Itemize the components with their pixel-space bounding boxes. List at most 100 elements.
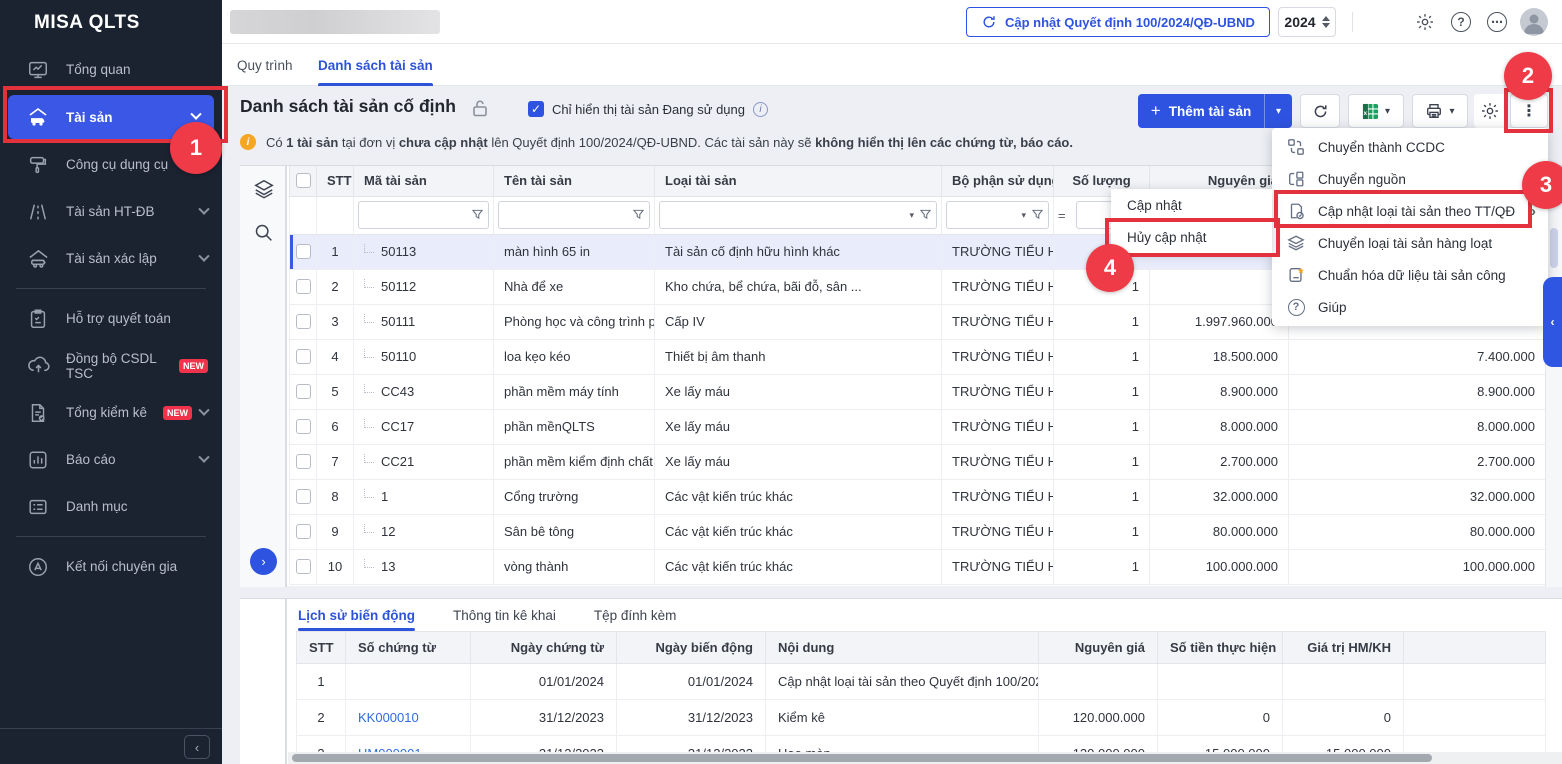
- table-row[interactable]: 5 CC43 phần mềm máy tính Xe lấy máu TRƯỜ…: [290, 374, 1546, 409]
- history-row[interactable]: 2 KK000010 31/12/2023 31/12/2023 Kiểm kê…: [297, 700, 1546, 736]
- cell-dept: TRƯỜNG TIỂU HỌC...: [942, 444, 1054, 479]
- filter-ma-tai-san-input[interactable]: [359, 202, 488, 228]
- sidebar-item-tong-quan[interactable]: Tổng quan: [0, 46, 222, 93]
- col-header-loai-tai-san[interactable]: Loại tài sản: [655, 166, 942, 196]
- app-window: MISA QLTS Tổng quan Tài sản Công cụ dụng…: [0, 0, 1562, 764]
- scrollbar-thumb[interactable]: [1550, 228, 1558, 268]
- filter-ten-tai-san-input[interactable]: [499, 202, 649, 228]
- add-asset-button[interactable]: +Thêm tài sản ▾: [1138, 94, 1292, 128]
- sidebar-item-cong-cu-dung-cu[interactable]: Công cụ dụng cụ: [0, 141, 222, 188]
- cloud-sync-icon: [26, 354, 50, 378]
- user-avatar[interactable]: [1520, 8, 1548, 36]
- funnel-icon[interactable]: [633, 209, 644, 220]
- menu-item-label: Chuyển loại tài sản hàng loạt: [1318, 236, 1492, 251]
- funnel-icon[interactable]: [1032, 209, 1043, 220]
- submenu-item-cap-nhat[interactable]: Cập nhật: [1111, 189, 1272, 221]
- add-asset-dropdown[interactable]: ▾: [1264, 94, 1292, 128]
- sidebar-item-danh-muc[interactable]: Danh mục: [0, 483, 222, 530]
- table-row[interactable]: 8 1 Cổng trường Các vật kiến trúc khác T…: [290, 479, 1546, 514]
- select-all-checkbox[interactable]: [296, 173, 311, 188]
- cell-value: 32.000.000: [1289, 479, 1546, 514]
- history-panel: Lịch sử biến động Thông tin kê khai Tệp …: [240, 598, 1562, 764]
- funnel-icon[interactable]: [472, 209, 483, 220]
- table-row[interactable]: 7 CC21 phần mềm kiểm định chất lượn... X…: [290, 444, 1546, 479]
- menu-item-cap-nhat-loai-tai-san-theo-tt-qd[interactable]: Cập nhật loại tài sản theo TT/QĐ ›: [1272, 195, 1548, 227]
- caret-down-icon[interactable]: ▾: [1021, 210, 1026, 221]
- row-checkbox[interactable]: [296, 559, 311, 574]
- tab-tep-dinh-kem[interactable]: Tệp đính kèm: [594, 599, 677, 631]
- row-checkbox[interactable]: [296, 419, 311, 434]
- sidebar-item-tong-kiem-ke[interactable]: Tổng kiểm kê NEW: [0, 389, 222, 436]
- filter-in-use-checkbox[interactable]: ✓ Chỉ hiển thị tài sản Đang sử dụng i: [528, 101, 768, 117]
- row-checkbox[interactable]: [296, 314, 311, 329]
- scrollbar-thumb[interactable]: [292, 754, 1432, 762]
- row-checkbox[interactable]: [296, 244, 311, 259]
- update-decision-button[interactable]: Cập nhật Quyết định 100/2024/QĐ-UBND: [966, 7, 1270, 37]
- row-checkbox[interactable]: [296, 349, 311, 364]
- filter-loai-tai-san-select[interactable]: [660, 202, 936, 228]
- layers-icon[interactable]: [253, 178, 275, 200]
- sidebar-item-tai-san-ht-db[interactable]: Tài sản HT-ĐB: [0, 188, 222, 235]
- tab-lich-su-bien-dong[interactable]: Lịch sử biến động: [298, 599, 415, 631]
- help-icon[interactable]: ?: [1450, 11, 1472, 33]
- sidebar-item-tai-san[interactable]: Tài sản: [8, 95, 214, 139]
- tab-quy-trinh[interactable]: Quy trình: [237, 44, 293, 86]
- submenu-item-huy-cap-nhat[interactable]: Hủy cập nhật: [1111, 221, 1272, 253]
- row-checkbox[interactable]: [296, 524, 311, 539]
- sidebar-item-ho-tro-quyet-toan[interactable]: Hỗ trợ quyết toán: [0, 295, 222, 342]
- col-header-ma-tai-san[interactable]: Mã tài sản: [354, 166, 494, 196]
- caret-down-icon[interactable]: ▾: [909, 210, 914, 221]
- table-row[interactable]: 9 12 Sân bê tông Các vật kiến trúc khác …: [290, 514, 1546, 549]
- history-row[interactable]: 1 01/01/2024 01/01/2024 Cập nhật loại tà…: [297, 664, 1546, 700]
- settings-gear-icon[interactable]: [1414, 11, 1436, 33]
- cell-name: phần mềnQLTS: [494, 409, 655, 444]
- more-options-icon[interactable]: ⋯: [1486, 11, 1508, 33]
- tab-danh-sach-tai-san[interactable]: Danh sách tài sản: [318, 44, 433, 86]
- horizontal-scrollbar[interactable]: [288, 752, 1562, 764]
- sidebar-item-dong-bo-csdl-tsc[interactable]: Đồng bộ CSDL TSC NEW: [0, 342, 222, 389]
- sidebar-item-bao-cao[interactable]: Báo cáo: [0, 436, 222, 483]
- table-row[interactable]: 6 CC17 phần mềnQLTS Xe lấy máu TRƯỜNG TI…: [290, 409, 1546, 444]
- info-icon[interactable]: i: [753, 102, 768, 117]
- unlock-icon[interactable]: [472, 99, 488, 117]
- col-header-stt[interactable]: STT: [317, 166, 354, 196]
- row-checkbox[interactable]: [296, 384, 311, 399]
- equals-operator[interactable]: =: [1058, 208, 1072, 223]
- refresh-button[interactable]: [1300, 94, 1340, 128]
- cell-qty: 1: [1054, 479, 1150, 514]
- cell-stt: 2: [297, 700, 346, 736]
- print-button[interactable]: ▾: [1412, 94, 1468, 128]
- cell-name: loa kẹo kéo: [494, 339, 655, 374]
- col-header-bo-phan[interactable]: Bộ phận sử dụng: [942, 166, 1054, 196]
- menu-item-chuyen-loai-tai-san-hang-loat[interactable]: Chuyển loại tài sản hàng loạt: [1272, 227, 1548, 259]
- menu-item-giup[interactable]: ? Giúp: [1272, 291, 1548, 323]
- more-actions-kebab-button[interactable]: ⋮: [1510, 94, 1548, 128]
- col-header-ten-tai-san[interactable]: Tên tài sản: [494, 166, 655, 196]
- grid-settings-gear-icon[interactable]: [1474, 94, 1506, 128]
- table-row[interactable]: 4 50110 loa kẹo kéo Thiết bị âm thanh TR…: [290, 339, 1546, 374]
- sidebar-item-ket-noi-chuyen-gia[interactable]: Kết nối chuyên gia: [0, 543, 222, 590]
- tree-node-icon: [364, 349, 374, 358]
- year-selector[interactable]: 2024: [1278, 7, 1336, 37]
- table-row[interactable]: 10 13 vòng thành Các vật kiến trúc khác …: [290, 549, 1546, 584]
- sidebar-collapse-button[interactable]: ‹: [184, 735, 210, 759]
- plus-icon: +: [1151, 101, 1161, 121]
- row-checkbox[interactable]: [296, 489, 311, 504]
- funnel-icon[interactable]: [920, 209, 931, 220]
- row-checkbox[interactable]: [296, 279, 311, 294]
- more-actions-menu: Chuyển thành CCDC Chuyển nguồn Cập nhật …: [1272, 128, 1548, 326]
- row-checkbox[interactable]: [296, 454, 311, 469]
- menu-item-chuyen-thanh-ccdc[interactable]: Chuyển thành CCDC: [1272, 131, 1548, 163]
- tab-thong-tin-ke-khai[interactable]: Thông tin kê khai: [453, 599, 556, 631]
- search-icon[interactable]: [253, 222, 274, 243]
- menu-item-chuan-hoa-du-lieu-tai-san-cong[interactable]: Chuẩn hóa dữ liệu tài sản công: [1272, 259, 1548, 291]
- menu-item-chuyen-nguon[interactable]: Chuyển nguồn: [1272, 163, 1548, 195]
- sidebar-item-tai-san-xac-lap[interactable]: Tài sản xác lập: [0, 235, 222, 282]
- tree-node-icon: [364, 314, 374, 323]
- cell-amount: [1158, 664, 1283, 700]
- document-link[interactable]: KK000010: [358, 710, 419, 725]
- expand-panel-button[interactable]: ›: [250, 548, 277, 575]
- collapse-right-panel-tab[interactable]: ‹: [1543, 277, 1562, 367]
- cell-stt: 5: [317, 374, 354, 409]
- export-excel-button[interactable]: x ▾: [1348, 94, 1404, 128]
